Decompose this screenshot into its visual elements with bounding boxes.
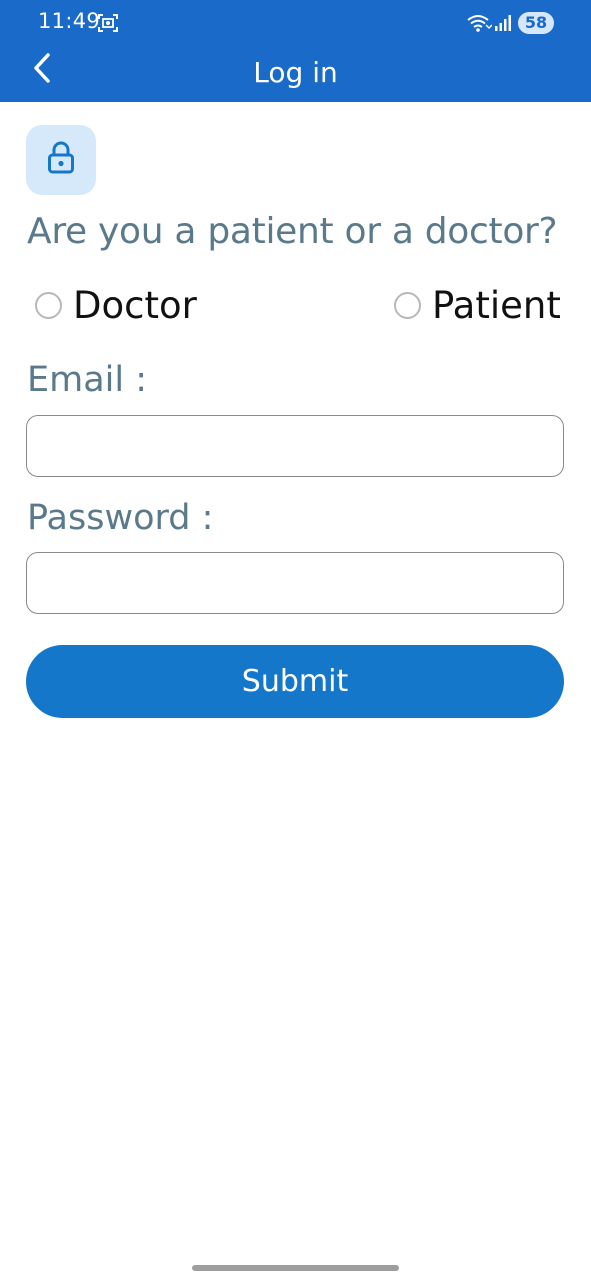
password-label: Password : bbox=[27, 498, 214, 538]
lock-icon bbox=[46, 141, 76, 179]
radio-button[interactable] bbox=[35, 291, 62, 319]
top-app-bar: 11:49 58 Log in bbox=[0, 0, 591, 102]
battery-indicator: 58 bbox=[518, 12, 554, 34]
page-title: Log in bbox=[253, 56, 338, 89]
radio-label-patient: Patient bbox=[432, 283, 561, 327]
password-field[interactable] bbox=[26, 552, 564, 614]
signal-icon bbox=[494, 14, 512, 32]
lock-badge bbox=[26, 125, 96, 195]
role-question: Are you a patient or a doctor? bbox=[27, 211, 558, 252]
radio-patient[interactable]: Patient bbox=[394, 280, 561, 330]
radio-label-doctor: Doctor bbox=[73, 283, 197, 327]
email-label: Email : bbox=[27, 360, 148, 400]
status-time: 11:49 bbox=[38, 9, 101, 33]
radio-doctor[interactable]: Doctor bbox=[35, 280, 197, 330]
radio-button[interactable] bbox=[394, 291, 421, 319]
login-screen: 11:49 58 Log in Are you a patient or a d… bbox=[0, 0, 591, 1280]
submit-button[interactable]: Submit bbox=[26, 645, 564, 718]
screenshot-icon bbox=[97, 13, 119, 33]
email-field[interactable] bbox=[26, 415, 564, 477]
wifi-icon bbox=[466, 13, 493, 33]
home-indicator[interactable] bbox=[192, 1265, 399, 1271]
